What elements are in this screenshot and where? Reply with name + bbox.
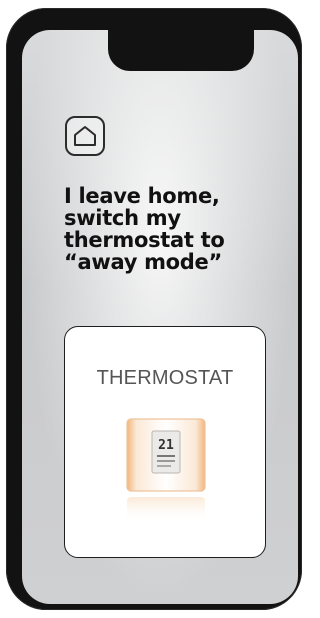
phone-frame: I leave home, switch my thermostat to “a… xyxy=(6,8,302,610)
thermostat-reflection xyxy=(127,497,205,523)
page-headline: I leave home, switch my thermostat to “a… xyxy=(64,184,225,274)
card-title: THERMOSTAT xyxy=(96,367,234,389)
home-button[interactable] xyxy=(65,116,105,156)
home-icon xyxy=(74,126,96,146)
thermostat-card[interactable]: THERMOSTAT 21 xyxy=(64,326,266,558)
phone-screen: I leave home, switch my thermostat to “a… xyxy=(22,30,298,604)
thermostat-display-bar xyxy=(157,465,171,467)
thermostat-display-value: 21 xyxy=(158,438,174,453)
thermostat-display-bar xyxy=(157,460,175,462)
thermostat-device-icon: 21 xyxy=(126,418,206,523)
thermostat-display-bar xyxy=(157,455,175,457)
phone-notch xyxy=(108,30,254,71)
